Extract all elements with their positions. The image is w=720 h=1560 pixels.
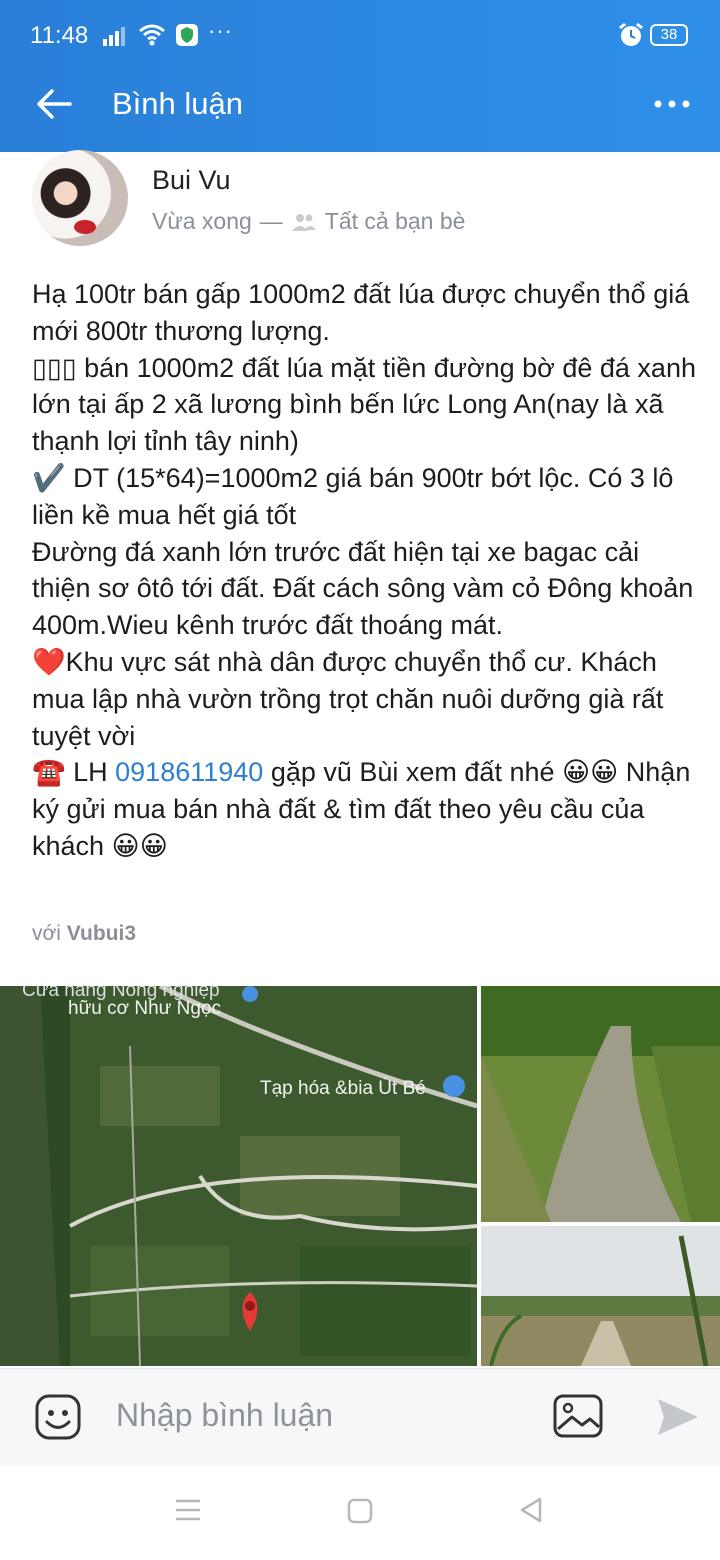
menu-icon[interactable] (174, 1498, 202, 1522)
with-prefix: với (32, 922, 61, 945)
comment-input[interactable]: Nhập bình luận (116, 1397, 333, 1434)
tagged-user[interactable]: Vubui3 (67, 922, 136, 945)
app-bar: Bình luận (0, 56, 720, 152)
post-time: Vừa xong (152, 208, 252, 234)
meta-separator: — (259, 208, 283, 234)
page-title: Bình luận (112, 86, 243, 121)
post-privacy: Tất cả bạn bè (324, 208, 466, 234)
phone-link[interactable]: 0918611940 (115, 757, 263, 787)
photo-gallery: Cửa hàng Nông nghiệp hữu cơ Như Ngọc Tạp… (0, 986, 720, 1366)
more-dots-icon[interactable] (652, 86, 692, 122)
dirt-road-image (481, 986, 720, 1222)
comment-composer: Nhập bình luận (0, 1368, 720, 1466)
post-body: Hạ 100tr bán gấp 1000m2 đất lúa được chu… (32, 276, 700, 865)
map-label-shop-line2: hữu cơ Như Ngọc (68, 998, 222, 1019)
avatar[interactable] (32, 150, 128, 246)
signal-icon (103, 27, 125, 46)
map-label-store: Tạp hóa &bia Út Bé (260, 1078, 426, 1099)
send-icon[interactable] (656, 1395, 700, 1439)
image-icon[interactable] (552, 1393, 604, 1439)
battery-icon: 38 (650, 24, 688, 46)
map-imagery (0, 986, 477, 1366)
back-nav-icon[interactable] (518, 1496, 544, 1524)
field-image (481, 1226, 720, 1366)
land-photo-1[interactable] (481, 986, 720, 1222)
author-name[interactable]: Bui Vu (152, 165, 231, 196)
more-notifications-icon: ··· (208, 18, 233, 43)
system-nav-bar (0, 1466, 720, 1560)
friends-icon (291, 213, 316, 231)
status-bar: 11:48 ··· 38 (0, 0, 720, 56)
avatar-bouquet (74, 220, 96, 234)
tagged-with: với Vubui3 (32, 922, 136, 946)
wifi-icon (139, 24, 165, 46)
post-text-part-1: Hạ 100tr bán gấp 1000m2 đất lúa được chu… (32, 279, 696, 788)
home-icon[interactable] (347, 1498, 373, 1524)
post-meta: Vừa xong — Tất cả bạn bè (152, 208, 465, 235)
vpn-shield-icon (176, 24, 198, 46)
map-photo[interactable]: Cửa hàng Nông nghiệp hữu cơ Như Ngọc Tạp… (0, 986, 477, 1366)
status-time: 11:48 (30, 22, 89, 49)
arrow-left-icon[interactable] (34, 84, 74, 124)
land-photo-2[interactable] (481, 1226, 720, 1366)
alarm-icon (619, 22, 643, 46)
sticker-icon[interactable] (34, 1393, 82, 1441)
